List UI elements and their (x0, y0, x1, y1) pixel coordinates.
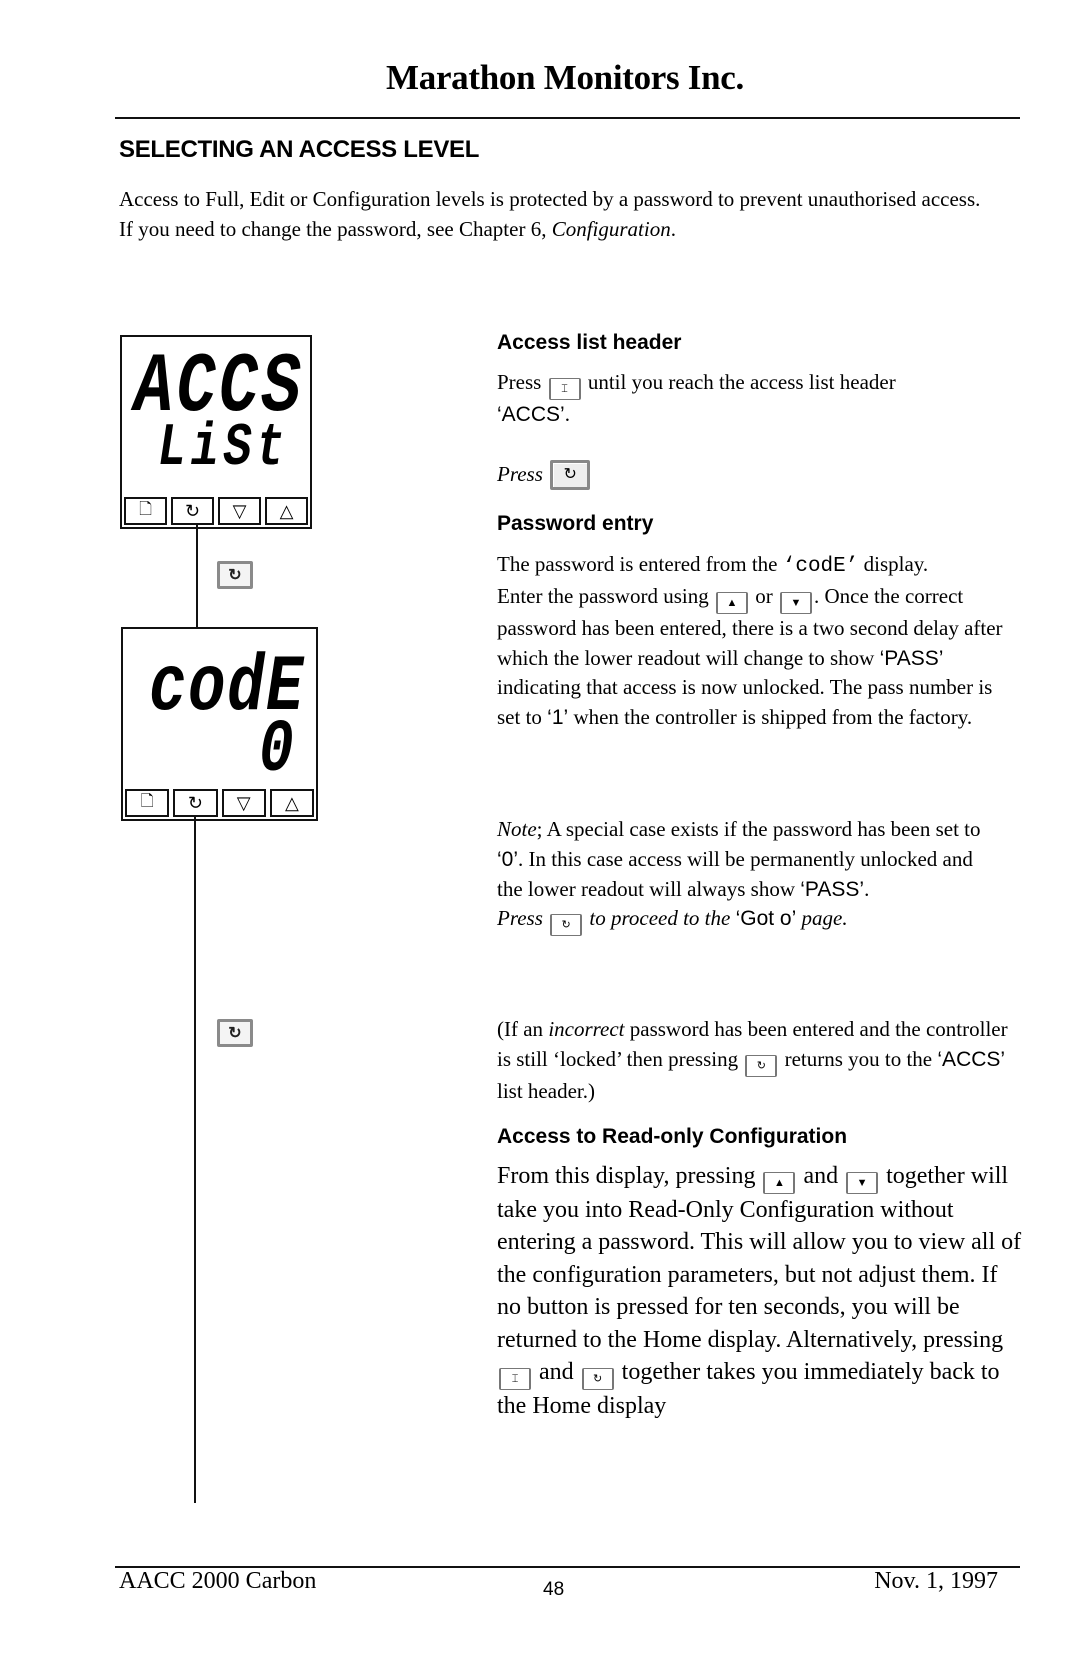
goto-code: ‘Got o’ (735, 907, 797, 931)
display-button-row: 🗋 ↻ ▽ △ (125, 789, 314, 817)
scroll-press-icon-1: ↻ (217, 561, 253, 589)
note-text: Note; A special case exists if the passw… (497, 815, 997, 937)
access-list-text: Press ⌶ until you reach the access list … (497, 368, 1027, 430)
text: (If an (497, 1017, 549, 1041)
text: From this display, pressing (497, 1163, 756, 1189)
scroll-icon: ↻ (228, 1025, 242, 1042)
up-button[interactable]: △ (269, 789, 314, 817)
text: or (755, 583, 773, 608)
accs-code: ‘ACCS’ (497, 403, 565, 426)
incorrect-emphasis: incorrect (548, 1017, 625, 1041)
header-rule (115, 117, 1020, 119)
text: . Once the (813, 583, 900, 608)
text: Enter the password using (497, 583, 709, 608)
text: returns you to the (784, 1046, 938, 1071)
scroll-button[interactable]: ↻ (171, 497, 214, 525)
default-pass-number: ‘1’ (547, 706, 569, 730)
note-label: Note (497, 817, 537, 841)
press-text: Press (497, 370, 542, 394)
password-entry-text: The password is entered from the ‘codE’ … (497, 550, 1017, 733)
incorrect-password-text: (If an incorrect password has been enter… (497, 1015, 1017, 1107)
text: . In this case access will be permanentl… (497, 846, 973, 901)
up-key-icon: ▲ (763, 1172, 796, 1194)
scroll-press-icon-2: ↻ (217, 1019, 253, 1047)
page-icon: 🗋 (139, 500, 152, 518)
scroll-icon: ↻ (228, 567, 242, 584)
intro-line-1: Access to Full, Edit or Configuration le… (119, 187, 981, 211)
password-entry-heading: Password entry (497, 512, 654, 535)
scroll-key-icon: ↻ (581, 1368, 614, 1391)
scroll-button[interactable]: ↻ (173, 789, 218, 817)
text: and (803, 1163, 839, 1189)
text: and (539, 1359, 574, 1386)
page-icon: 🗋 (140, 792, 154, 810)
down-key-icon: ▼ (779, 591, 812, 614)
readonly-text: From this display, pressing ▲ and ▼ toge… (497, 1160, 1022, 1422)
intro-text-a: If you need to change the password, see … (119, 217, 552, 241)
text: indicating that access is now unlocked. (497, 675, 825, 700)
scroll-key-icon: ↻ (550, 914, 583, 937)
scroll-icon: ↻ (184, 500, 201, 521)
page-key-icon: ⌶ (548, 378, 581, 400)
up-key-icon: ▲ (715, 591, 748, 614)
footer-product: AACC 2000 Carbon (119, 1568, 317, 1594)
pass-code: ‘PASS’ (879, 646, 944, 670)
footer-date: Nov. 1, 1997 (874, 1568, 998, 1594)
down-button[interactable]: ▽ (218, 497, 261, 525)
page-button[interactable]: 🗋 (125, 789, 170, 817)
text: page. (801, 906, 848, 931)
accs-code: ‘ACCS’ (937, 1047, 1006, 1071)
display-lower-readout: LiSt (158, 415, 290, 483)
page-key-icon: ⌶ (499, 1368, 531, 1391)
down-arrow-icon: ▽ (236, 792, 251, 813)
text: list header.) (497, 1078, 595, 1103)
scroll-key-icon: ↻ (550, 460, 591, 490)
access-list-heading: Access list header (497, 331, 682, 354)
company-header: Marathon Monitors Inc. (386, 58, 744, 97)
text: together will take you into Read-Only Co… (497, 1163, 1022, 1353)
configuration-reference: Configuration (551, 217, 671, 241)
access-list-text-b: until you reach the access list header (587, 370, 896, 394)
down-key-icon: ▼ (846, 1172, 879, 1194)
display-accs-list: ACCS LiSt 🗋 ↻ ▽ △ (120, 335, 312, 529)
display-lower-readout: 0 (259, 709, 294, 793)
flow-connector-1 (196, 525, 198, 640)
text: to proceed to the (589, 906, 731, 931)
display-code: codE 0 🗋 ↻ ▽ △ (121, 627, 318, 821)
up-arrow-icon: △ (279, 500, 294, 521)
page-number: 48 (543, 1579, 565, 1600)
pass-code: ‘PASS’ (800, 877, 865, 901)
press-scroll-instruction: Press ↻ (497, 460, 1027, 490)
text: . (864, 876, 870, 901)
code-display-name: ‘codE’ (782, 555, 859, 578)
intro-text: Access to Full, Edit or Configuration le… (119, 184, 999, 244)
up-button[interactable]: △ (265, 497, 308, 525)
intro-text-b: . (670, 217, 676, 241)
up-arrow-icon: △ (284, 792, 299, 813)
intro-line-2: If you need to change the password, see … (119, 214, 999, 244)
zero-code: ‘0’ (497, 847, 519, 871)
press-text: Press (497, 462, 543, 486)
text: display. (858, 552, 929, 576)
scroll-icon: ↻ (187, 792, 203, 813)
page-button[interactable]: 🗋 (124, 497, 167, 525)
scroll-key-icon: ↻ (745, 1054, 778, 1077)
down-button[interactable]: ▽ (221, 789, 266, 817)
flow-connector-2 (194, 817, 196, 1503)
press-text: Press (497, 906, 543, 931)
down-arrow-icon: ▽ (232, 500, 247, 521)
period: . (564, 402, 570, 426)
readonly-heading: Access to Read-only Configuration (497, 1125, 848, 1148)
display-button-row: 🗋 ↻ ▽ △ (124, 497, 308, 525)
text: ; A special case exists if the password … (536, 817, 981, 841)
section-title: SELECTING AN ACCESS LEVEL (119, 136, 480, 163)
text: when the controller is shipped from the … (568, 705, 973, 730)
text: The password is entered from the (497, 552, 783, 576)
